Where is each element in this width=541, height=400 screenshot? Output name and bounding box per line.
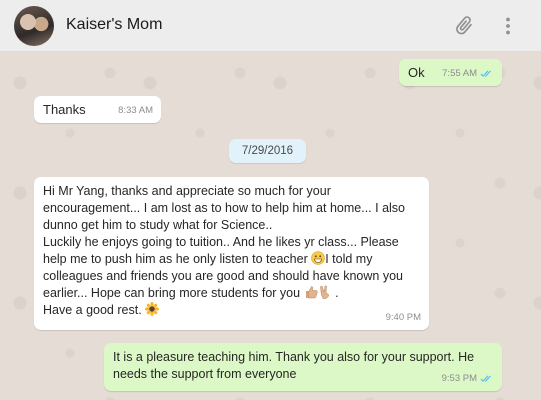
thumbs-up-icon [305,286,318,299]
message-meta: 9:53 PM [442,370,494,387]
message-time: 8:33 AM [118,105,153,116]
message-time: 7:55 AM [442,68,477,79]
message-outgoing[interactable]: Ok 7:55 AM [399,59,502,86]
victory-hand-icon [319,285,329,299]
message-time: 9:53 PM [441,373,477,384]
message-meta: 8:33 AM [118,102,153,119]
grinning-face-icon [311,251,326,265]
contact-name[interactable]: Kaiser's Mom [66,16,162,34]
paperclip-icon[interactable] [452,14,476,38]
message-meta: 7:55 AM [442,65,494,82]
read-ticks-icon [480,70,491,78]
message-meta: 9:40 PM [386,309,421,326]
chat-header: Kaiser's Mom [0,0,541,52]
contact-avatar[interactable] [14,6,54,46]
message-text: Ok [408,65,425,80]
read-ticks-icon [480,375,491,383]
message-time: 9:40 PM [385,312,421,323]
menu-icon[interactable] [496,14,520,38]
message-outgoing[interactable]: It is a pleasure teaching him. Thank you… [104,343,502,391]
message-text: Hi Mr Yang, thanks and appreciate so muc… [43,184,405,317]
message-text: It is a pleasure teaching him. Thank you… [113,350,475,381]
message-list[interactable]: Ok 7:55 AM Thanks 8:33 AM 7/29/2016 Hi M… [0,53,541,400]
date-divider: 7/29/2016 [229,139,306,163]
sunflower-icon [145,302,160,316]
message-incoming[interactable]: Hi Mr Yang, thanks and appreciate so muc… [34,177,429,330]
message-text: Thanks [43,102,86,117]
message-incoming[interactable]: Thanks 8:33 AM [34,96,161,123]
